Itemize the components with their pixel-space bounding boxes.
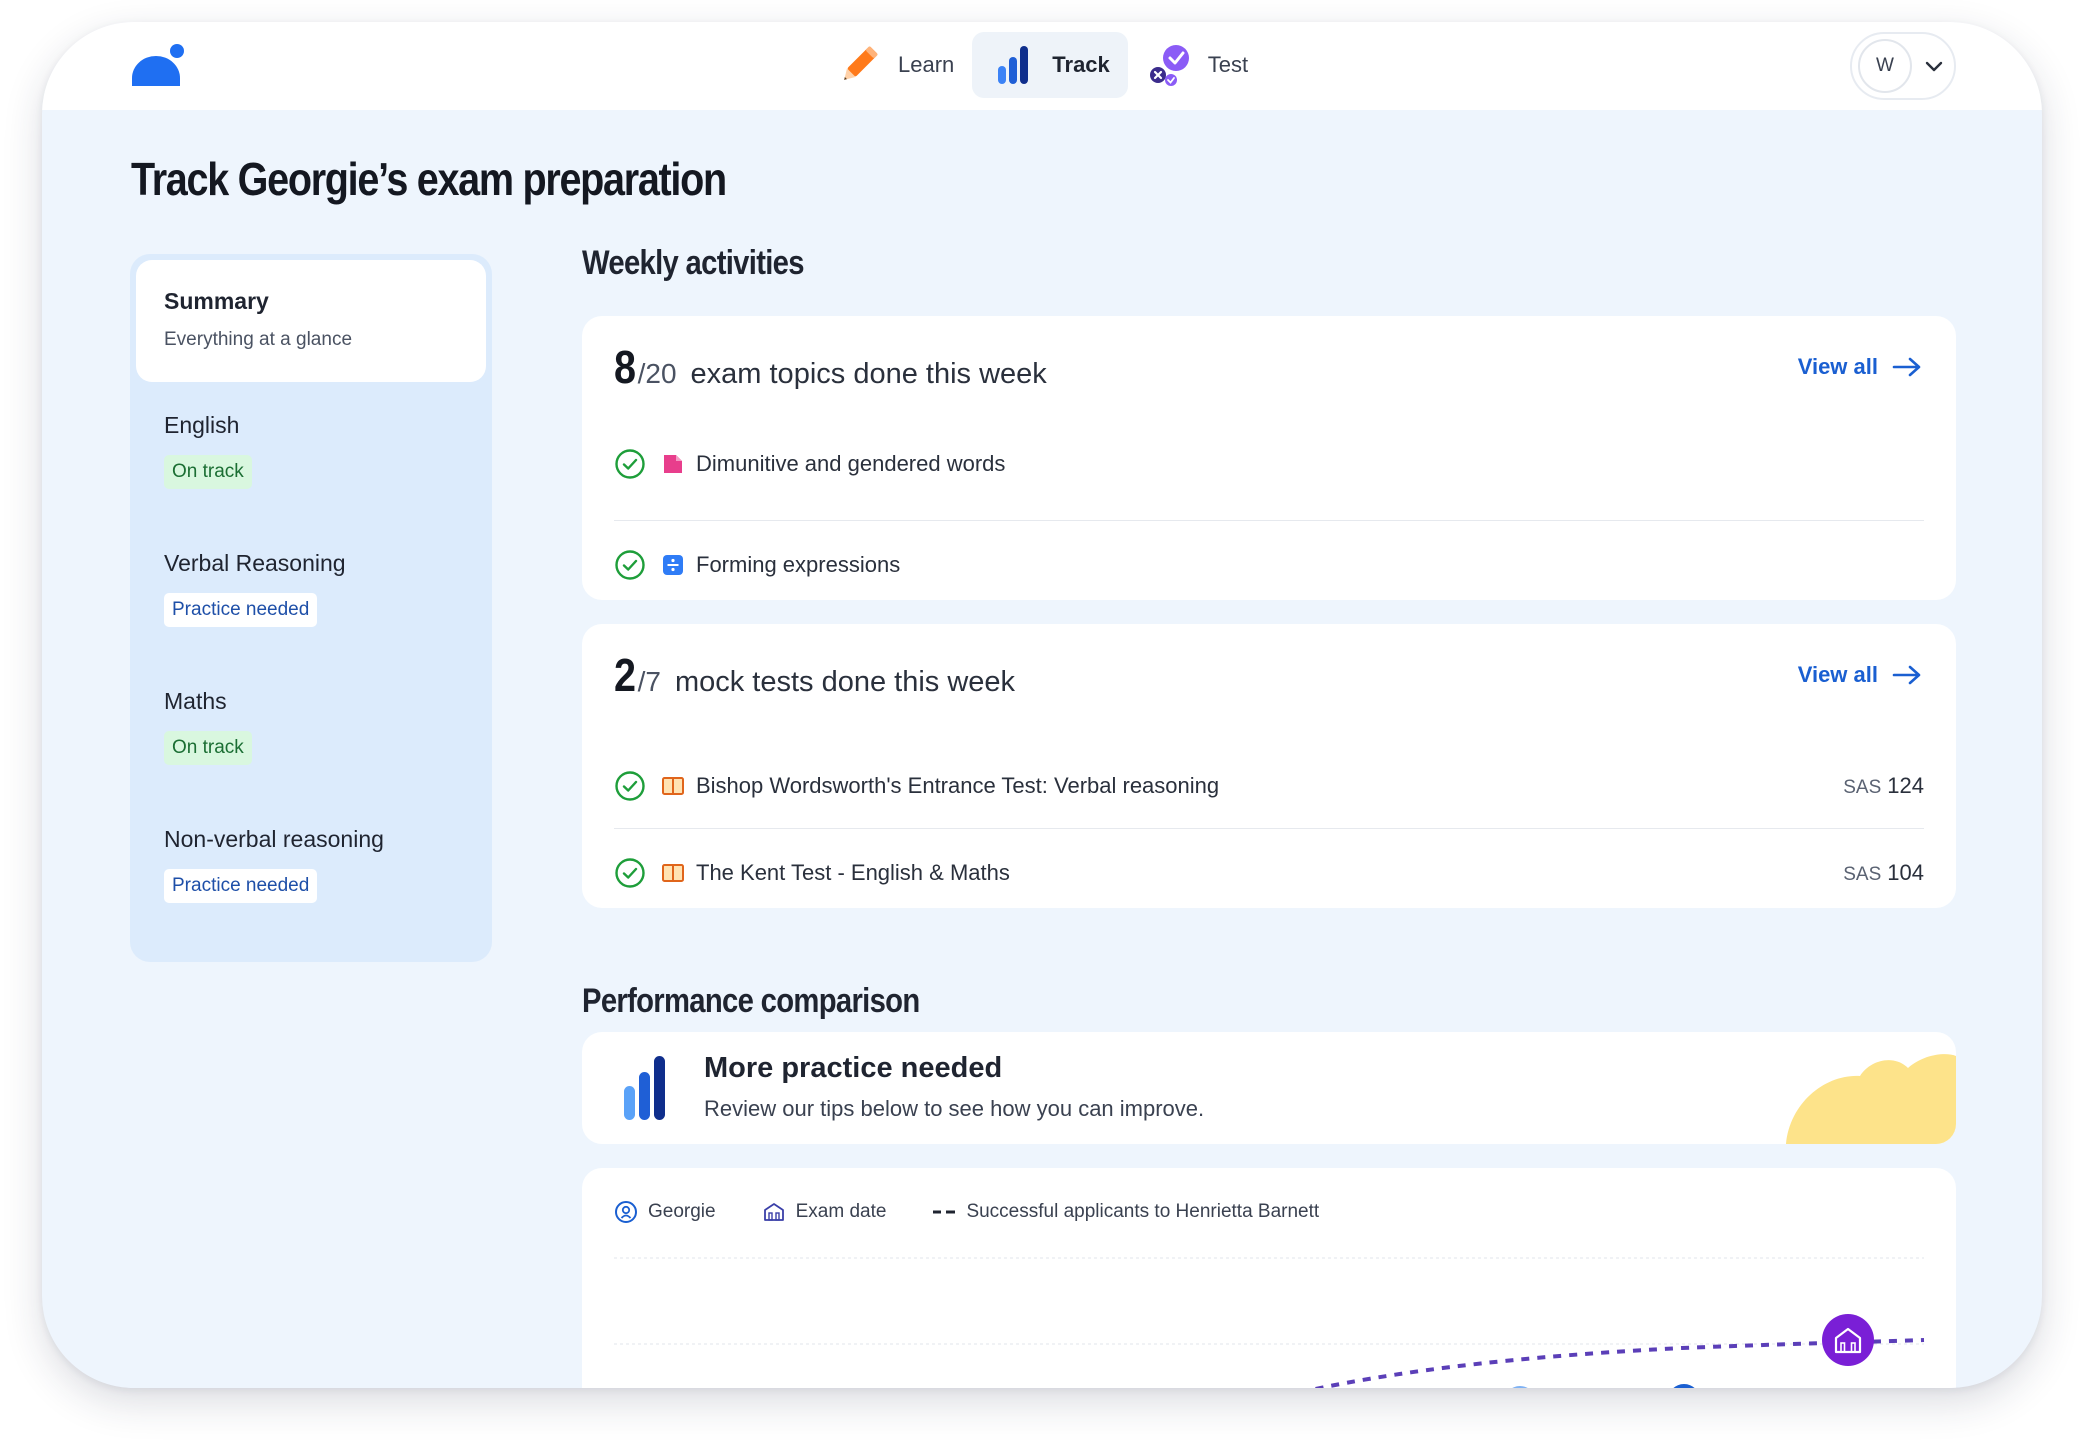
sidebar-item-summary[interactable]: Summary Everything at a glance [136, 260, 486, 382]
weekly-activities-heading: Weekly activities [582, 244, 805, 282]
bar-chart-icon [990, 42, 1036, 88]
exam-date-marker[interactable] [1822, 1314, 1874, 1366]
nav-test-label: Test [1207, 52, 1249, 77]
sidebar-item-title: English [164, 412, 240, 438]
check-circle-icon [614, 770, 646, 802]
sidebar-item-title: Summary [164, 288, 269, 314]
topic-name: Dimunitive and gendered words [696, 451, 1006, 476]
status-badge: Practice needed [164, 593, 318, 627]
test-name: The Kent Test - English & Maths [696, 859, 1010, 885]
topic-name: Forming expressions [696, 551, 901, 577]
tests-view-all-link[interactable]: View all [1798, 662, 1922, 688]
performance-banner: More practice needed Review our tips bel… [582, 1032, 1956, 1144]
pencil-icon [836, 42, 882, 88]
arrow-right-icon [1892, 663, 1922, 687]
maths-subject-icon [662, 554, 684, 576]
status-badge: On track [164, 731, 252, 765]
mock-tests-card: 2 /7 mock tests done this week View all … [582, 624, 1956, 908]
brand-logo-icon[interactable] [130, 42, 186, 88]
topics-done-count: 8 [614, 341, 637, 393]
book-icon [662, 862, 684, 884]
book-icon [662, 775, 684, 797]
app-window: Learn Track Test W Track Georgie’s exam … [42, 22, 2042, 1388]
topics-card: 8 /20 exam topics done this week View al… [582, 316, 1956, 600]
sas-label: SAS [1843, 777, 1882, 798]
nav-learn[interactable]: Learn [818, 32, 972, 98]
status-badge: On track [164, 455, 252, 489]
user-menu[interactable]: W [1850, 32, 1956, 100]
test-name: Bishop Wordsworth's Entrance Test: Verba… [696, 773, 1220, 798]
topics-total: /20 [637, 358, 677, 389]
sas-score: SAS 124 [1843, 773, 1924, 799]
list-item[interactable]: Dimunitive and gendered words [614, 420, 1924, 508]
tests-total: /7 [637, 666, 661, 697]
nav-learn-label: Learn [898, 52, 955, 77]
list-item[interactable]: Bishop Wordsworth's Entrance Test: Verba… [614, 742, 1924, 830]
tests-done-count: 2 [614, 649, 637, 701]
check-circle-icon [614, 549, 646, 581]
topics-view-all-link[interactable]: View all [1798, 354, 1922, 380]
nav-track[interactable]: Track [972, 32, 1128, 98]
sidebar-item-english[interactable]: English On track [136, 386, 486, 524]
successful-applicants-line [1310, 1338, 1925, 1388]
sidebar-item-title: Maths [164, 688, 227, 714]
banner-subtitle: Review our tips below to see how you can… [704, 1096, 1205, 1121]
chevron-down-icon [1922, 54, 1946, 78]
check-circle-icon [614, 448, 646, 480]
view-all-label: View all [1797, 354, 1878, 379]
sidebar-item-verbal-reasoning[interactable]: Verbal Reasoning Practice needed [136, 524, 486, 662]
topics-card-title: exam topics done this week [690, 358, 1047, 390]
nav-track-label: Track [1052, 52, 1110, 77]
top-nav-bar: Learn Track Test W [42, 22, 2042, 110]
georgie-marker[interactable] [1668, 1384, 1700, 1388]
sas-score: SAS 104 [1843, 860, 1924, 886]
banner-title: More practice needed [704, 1052, 1003, 1084]
sas-value: 124 [1887, 773, 1924, 798]
nav-test[interactable]: Test [1128, 32, 1266, 98]
view-all-label: View all [1797, 662, 1878, 687]
performance-heading: Performance comparison [582, 982, 920, 1020]
page-title: Track Georgie’s exam preparation [131, 153, 727, 205]
check-circle-icon [614, 857, 646, 889]
avatar: W [1858, 39, 1912, 93]
tests-card-title: mock tests done this week [674, 666, 1016, 698]
test-check-icon [1146, 42, 1192, 88]
sidebar-item-subtitle: Everything at a glance [164, 329, 353, 350]
list-item[interactable]: The Kent Test - English & Maths SAS 104 [614, 828, 1924, 916]
sidebar-item-title: Non-verbal reasoning [164, 826, 384, 852]
sidebar-item-title: Verbal Reasoning [164, 550, 346, 576]
sas-label: SAS [1843, 863, 1882, 885]
main-nav: Learn Track Test [818, 32, 1266, 98]
performance-chart-card: Georgie Exam date Successful applicants … [582, 1168, 1956, 1388]
status-badge: Practice needed [164, 869, 318, 903]
performance-chart [614, 1257, 1925, 1388]
arrow-right-icon [1892, 355, 1922, 379]
sidebar-item-non-verbal-reasoning[interactable]: Non-verbal reasoning Practice needed [136, 800, 486, 938]
topics-card-header: 8 /20 exam topics done this week [614, 340, 1047, 394]
decorative-blob [1786, 1054, 1956, 1144]
bar-chart-icon [624, 1056, 665, 1120]
mock-tests-card-header: 2 /7 mock tests done this week [614, 648, 1015, 702]
georgie-marker[interactable] [1504, 1386, 1536, 1388]
english-subject-icon [662, 453, 684, 475]
sidebar-item-maths[interactable]: Maths On track [136, 662, 486, 800]
list-item[interactable]: Forming expressions [614, 520, 1924, 608]
subject-sidebar: Summary Everything at a glance English O… [130, 254, 492, 962]
sas-value: 104 [1887, 859, 1924, 885]
